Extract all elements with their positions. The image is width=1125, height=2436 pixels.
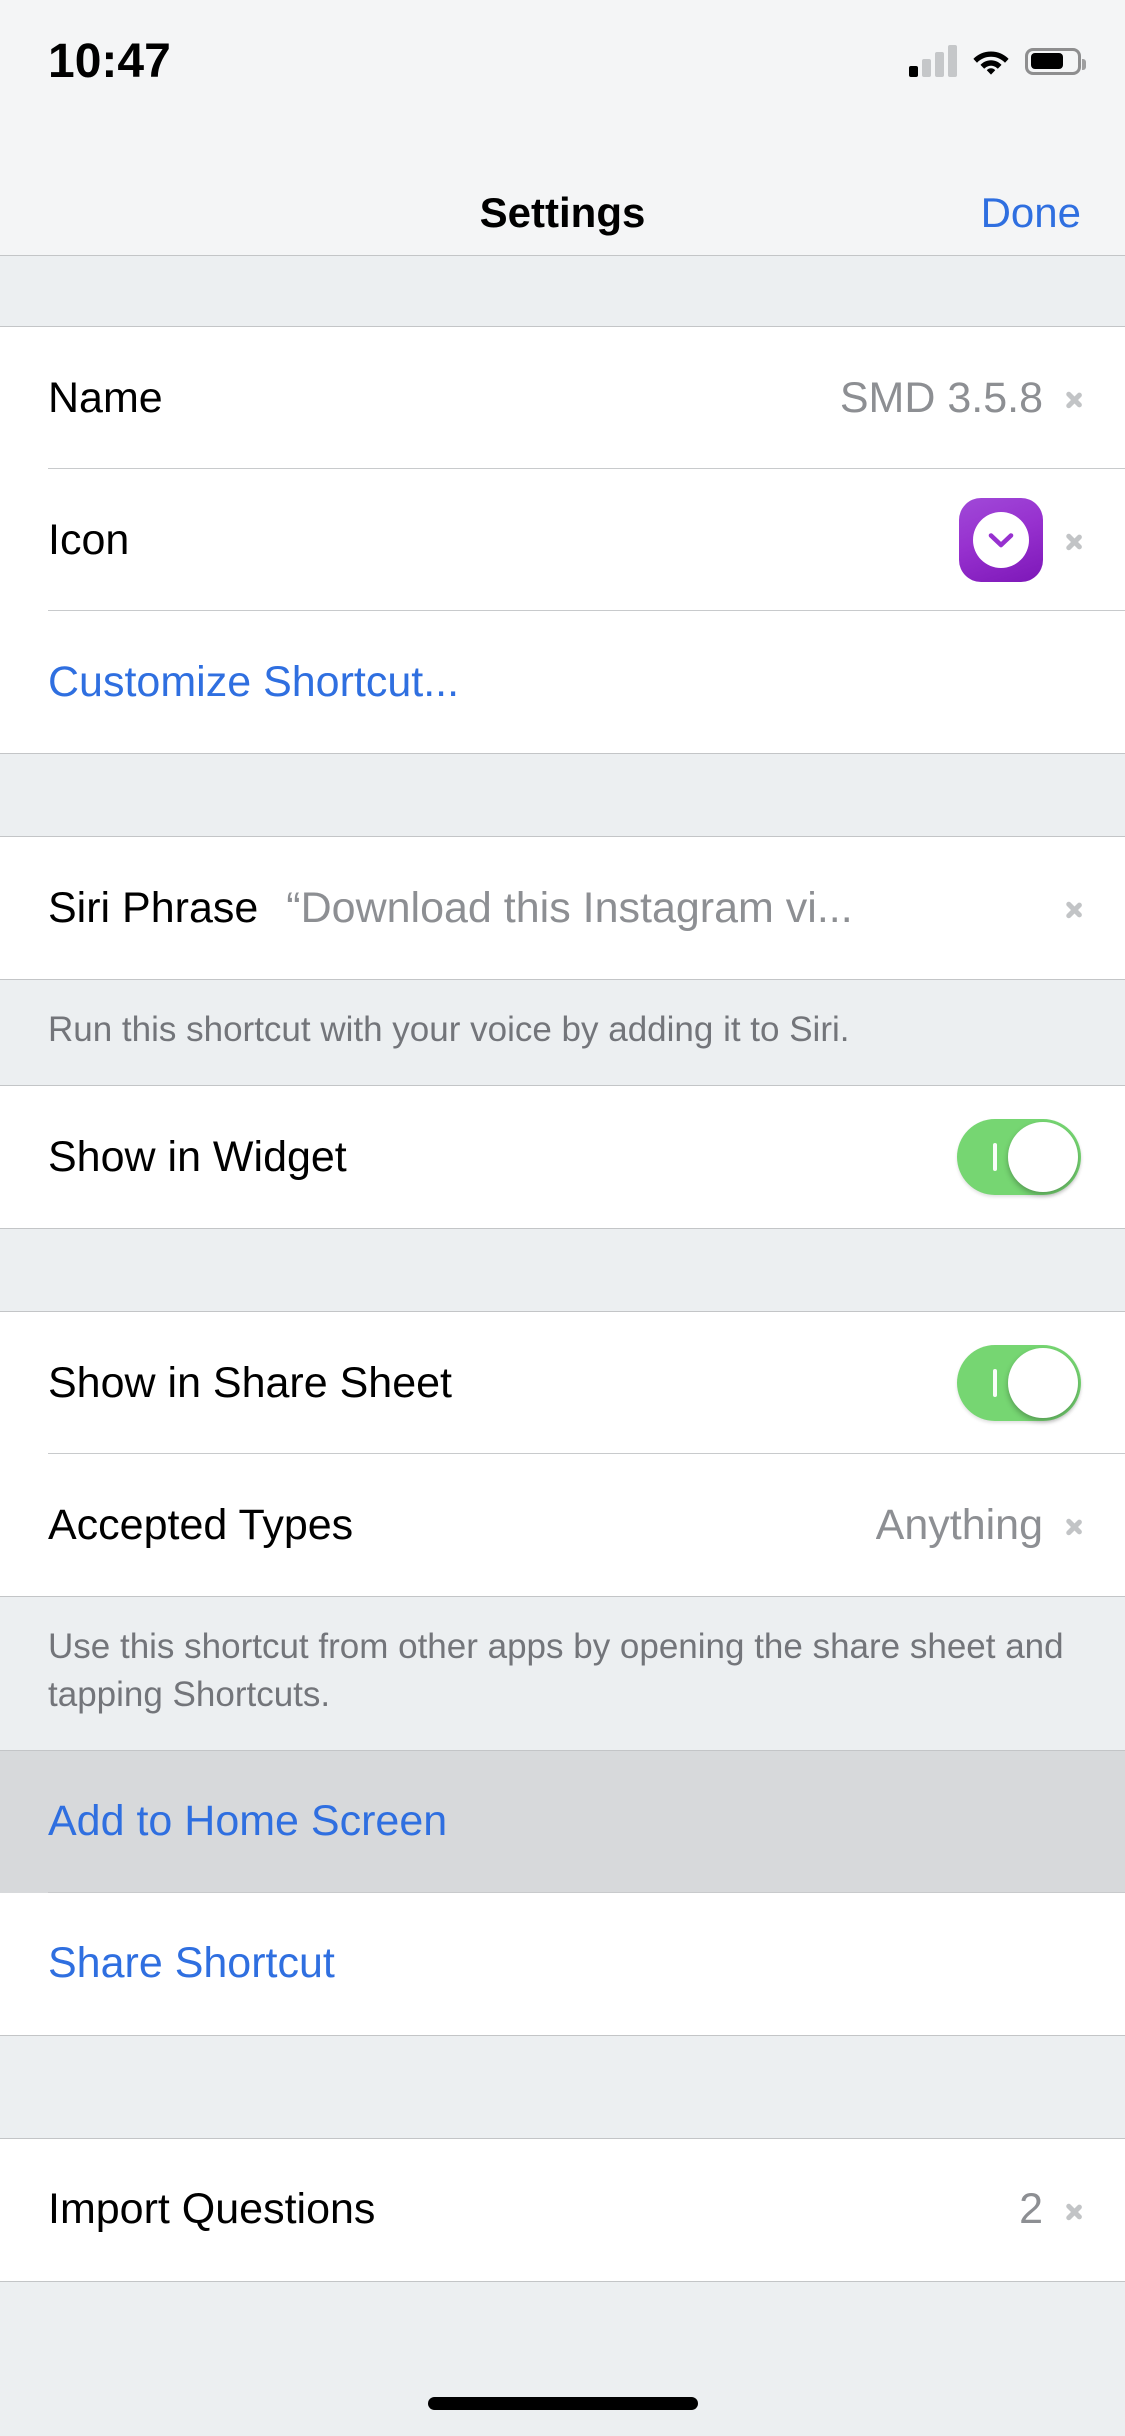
section-import: Import Questions 2 [0,2138,1125,2281]
row-name-value: SMD 3.5.8 [839,373,1043,422]
icon-disc [973,512,1029,568]
section-siri: Siri Phrase “Download this Instagram vi.… [0,837,1125,979]
cellular-signal-icon [909,45,957,77]
section-gap-bottom [0,2280,1125,2401]
row-import-questions[interactable]: Import Questions 2 [0,2138,1125,2281]
settings-table: Name SMD 3.5.8 Icon Customize Shortcut..… [0,256,1125,2401]
navigation-bar: Settings Done [0,170,1125,256]
row-add-to-home-screen[interactable]: Add to Home Screen [0,1750,1125,1893]
section-share-sheet: Show in Share Sheet Accepted Types Anyth… [0,1312,1125,1597]
toggle-knob [1008,1122,1078,1193]
page-title: Settings [479,189,646,236]
row-name[interactable]: Name SMD 3.5.8 [0,327,1125,469]
toggle-on-mark [993,1369,997,1398]
row-share-shortcut[interactable]: Share Shortcut [0,1892,1125,2035]
import-questions-value: 2 [1019,2185,1043,2234]
show-in-widget-label: Show in Widget [48,1132,347,1181]
add-to-home-screen-label: Add to Home Screen [48,1797,448,1846]
row-icon-accessory [959,498,1081,582]
battery-icon [1025,47,1086,75]
show-in-widget-toggle[interactable] [957,1119,1081,1196]
row-icon-label: Icon [48,515,130,564]
siri-phrase-value: “Download this Instagram vi... [286,883,853,932]
show-in-share-sheet-accessory [957,1345,1081,1422]
accepted-types-value: Anything [875,1500,1043,1549]
section-gap-share [0,1228,1125,1313]
siri-footer-text: Run this shortcut with your voice by add… [0,979,1125,1087]
section-widget: Show in Widget [0,1086,1125,1229]
chevron-right-icon [1065,383,1081,413]
chevron-right-icon [1065,893,1081,923]
show-in-widget-accessory [957,1119,1081,1196]
show-in-share-sheet-toggle[interactable] [957,1345,1081,1422]
chevron-right-icon [1065,525,1081,555]
show-in-share-sheet-label: Show in Share Sheet [48,1358,452,1407]
share-sheet-footer-text: Use this shortcut from other apps by ope… [0,1596,1125,1751]
toggle-knob [1008,1348,1078,1419]
row-accepted-types[interactable]: Accepted Types Anything [0,1454,1125,1597]
row-show-in-widget[interactable]: Show in Widget [0,1086,1125,1229]
import-questions-label: Import Questions [48,2185,376,2234]
section-gap-top [0,256,1125,327]
chevron-right-icon [1065,1510,1081,1540]
home-indicator[interactable] [427,2397,698,2410]
row-customize-shortcut[interactable]: Customize Shortcut... [0,611,1125,753]
status-bar: 10:47 [0,0,1125,170]
status-bar-indicators [909,38,1086,84]
customize-shortcut-label: Customize Shortcut... [48,657,460,706]
chevron-right-icon [1065,2195,1081,2225]
section-gap-import [0,2034,1125,2139]
row-name-accessory: SMD 3.5.8 [840,374,1081,423]
row-siri-phrase[interactable]: Siri Phrase “Download this Instagram vi.… [0,837,1125,979]
download-chevron-icon[interactable] [959,498,1043,582]
accepted-types-accessory: Anything [876,1501,1081,1550]
section-actions: Add to Home Screen Share Shortcut [0,1750,1125,2035]
row-name-label: Name [48,373,163,422]
wifi-icon [971,46,1011,76]
section-gap-siri [0,753,1125,837]
siri-phrase-label: Siri Phrase [48,883,259,932]
row-show-in-share-sheet[interactable]: Show in Share Sheet [0,1312,1125,1455]
accepted-types-label: Accepted Types [48,1500,354,1549]
section-details: Name SMD 3.5.8 Icon Customize Shortcut..… [0,327,1125,753]
iphone-screen: 10:47 Settings Done Name SMD 3.5.8 Icon … [0,0,1125,2436]
row-icon[interactable]: Icon [0,469,1125,611]
status-bar-time: 10:47 [48,35,171,88]
siri-phrase-accessory: “Download this Instagram vi... [286,884,1081,933]
share-shortcut-label: Share Shortcut [48,1939,335,1988]
import-questions-accessory: 2 [1019,2185,1081,2234]
done-button[interactable]: Done [981,170,1081,256]
toggle-on-mark [993,1143,997,1172]
